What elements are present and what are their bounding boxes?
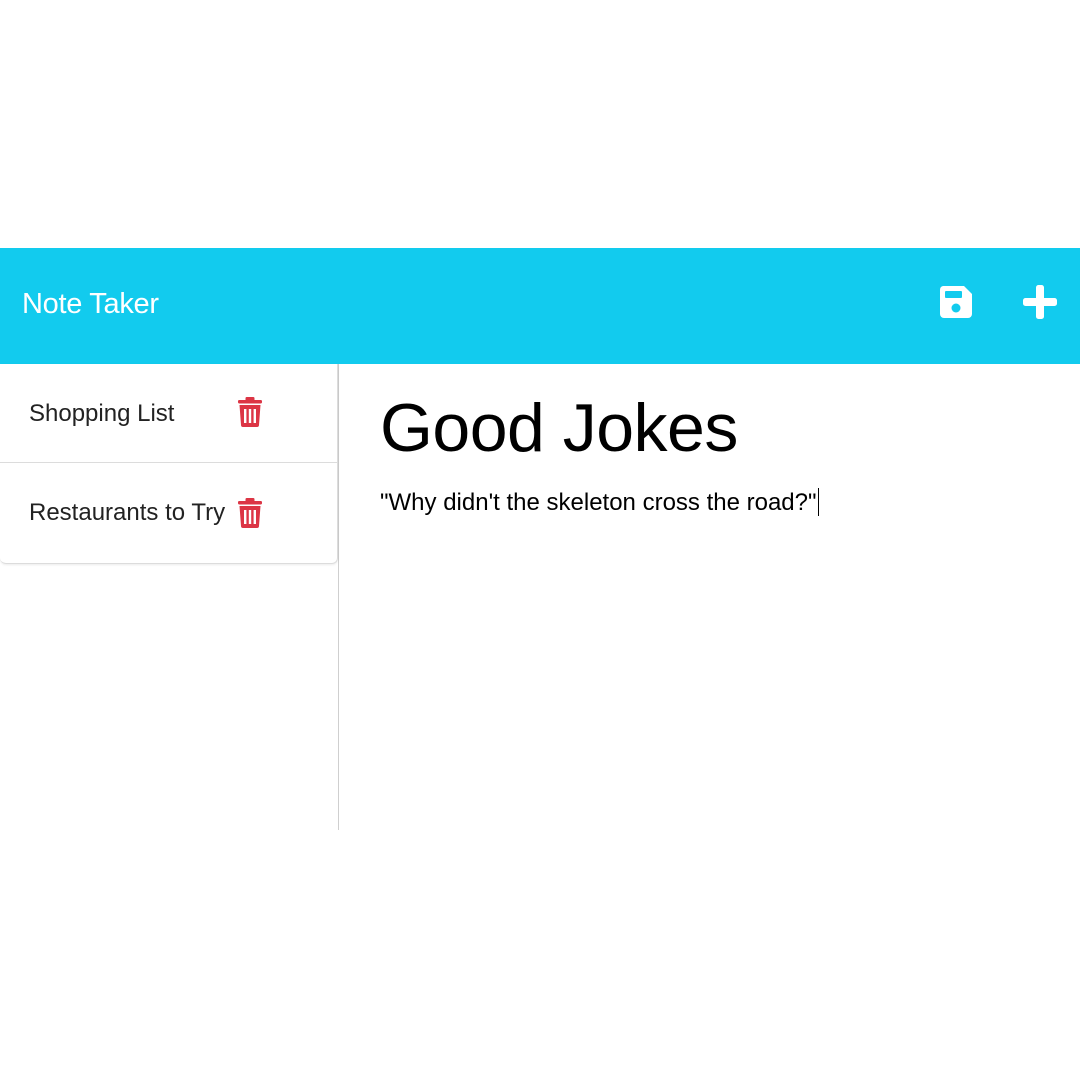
note-text-content: "Why didn't the skeleton cross the road?… [380, 489, 817, 516]
plus-icon [1023, 285, 1057, 319]
note-text-area[interactable]: "Why didn't the skeleton cross the road?… [380, 488, 1040, 518]
notes-sidebar: Shopping List Restaurants to Try [0, 364, 339, 830]
note-title-input[interactable]: Good Jokes [380, 388, 1040, 468]
save-note-button[interactable] [934, 280, 978, 324]
list-item[interactable]: Shopping List [0, 364, 337, 463]
note-list: Shopping List Restaurants to Try [0, 364, 338, 564]
note-list-title[interactable]: Restaurants to Try [29, 499, 225, 527]
app-brand[interactable]: Note Taker [22, 286, 159, 322]
trash-icon[interactable] [237, 397, 263, 427]
trash-icon[interactable] [237, 498, 263, 528]
floppy-disk-icon [939, 286, 972, 318]
list-item[interactable]: Restaurants to Try [0, 463, 337, 563]
note-list-title[interactable]: Shopping List [29, 400, 174, 428]
navbar: Note Taker [0, 248, 1080, 364]
new-note-button[interactable] [1018, 280, 1062, 324]
note-taker-app: Note Taker Shopping List Restaurants to … [0, 248, 1080, 830]
text-cursor [817, 488, 819, 516]
note-editor: Good Jokes "Why didn't the skeleton cros… [340, 364, 1080, 830]
